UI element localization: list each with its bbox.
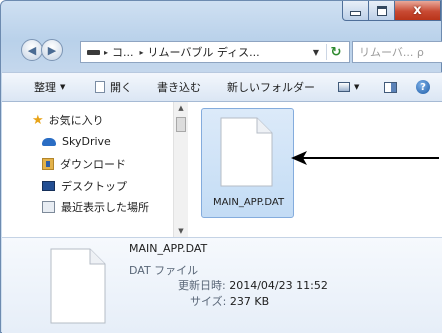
pointer-arrow	[291, 151, 439, 165]
address-bar[interactable]: ▸ コ... ▸ リムーバブル ディス... ▼ ↻	[80, 41, 350, 63]
scrollbar-thumb[interactable]	[176, 117, 186, 132]
maximize-button[interactable]	[369, 1, 395, 21]
star-icon: ★	[32, 112, 44, 128]
details-pane: MAIN_APP.DAT DAT ファイル 更新日時: 2014/04/23 1…	[2, 237, 442, 333]
search-placeholder: リムーバ... ρ	[359, 46, 424, 59]
sidebar-item-label: デスクトップ	[61, 180, 127, 193]
sidebar-item-favorites[interactable]: ★ お気に入り	[32, 112, 104, 128]
change-view-button[interactable]: ▼	[338, 82, 359, 92]
organize-label: 整理	[34, 81, 56, 94]
command-bar: 整理 ▼ 開く 書き込む 新しいフォルダー ▼ ?	[2, 72, 442, 102]
new-folder-button[interactable]: 新しいフォルダー	[227, 79, 315, 95]
modified-label: 更新日時:	[178, 279, 226, 292]
close-button[interactable]: x	[395, 1, 441, 21]
sidebar-item-recent[interactable]: 最近表示した場所	[42, 199, 149, 215]
organize-button[interactable]: 整理 ▼	[34, 79, 65, 95]
forward-arrow-icon: ▶	[47, 43, 57, 57]
chevron-down-icon: ▼	[354, 83, 360, 91]
preview-pane-button[interactable]	[384, 81, 397, 93]
search-box[interactable]: リムーバ... ρ	[352, 41, 442, 63]
breadcrumb-removable-disk[interactable]: リムーバブル ディス...	[148, 44, 260, 60]
open-button[interactable]: 開く	[95, 79, 132, 95]
burn-button[interactable]: 書き込む	[157, 79, 201, 95]
forward-button[interactable]: ▶	[41, 39, 63, 61]
view-icon	[338, 82, 350, 92]
download-folder-icon	[42, 158, 54, 170]
back-arrow-icon: ◀	[27, 43, 37, 57]
help-icon: ?	[416, 80, 430, 94]
file-item[interactable]: MAIN_APP.DAT	[201, 108, 294, 218]
sidebar-item-label: お気に入り	[48, 114, 104, 127]
details-file-name: MAIN_APP.DAT	[129, 242, 208, 255]
refresh-icon[interactable]: ↻	[326, 44, 345, 60]
sidebar-item-downloads[interactable]: ダウンロード	[42, 156, 126, 172]
close-icon: x	[413, 3, 422, 18]
recent-places-icon	[42, 201, 55, 213]
preview-pane-icon	[384, 81, 397, 93]
sidebar-item-label: 最近表示した場所	[61, 201, 149, 214]
minimize-button[interactable]	[342, 1, 369, 21]
new-folder-label: 新しいフォルダー	[227, 81, 315, 94]
details-modified: 更新日時: 2014/04/23 11:52	[178, 277, 328, 293]
sidebar-item-label: ダウンロード	[60, 158, 126, 171]
burn-label: 書き込む	[157, 81, 201, 94]
breadcrumb-computer[interactable]: コ...	[112, 44, 134, 60]
maximize-icon	[376, 5, 387, 16]
open-label: 開く	[110, 81, 132, 94]
document-icon	[50, 248, 106, 324]
breadcrumb-separator-icon: ▸	[104, 47, 109, 57]
breadcrumb-separator-icon: ▸	[139, 47, 144, 57]
sidebar-item-desktop[interactable]: デスクトップ	[42, 178, 127, 194]
scroll-down-icon[interactable]: ▼	[174, 227, 188, 235]
size-label: サイズ:	[190, 295, 227, 308]
open-icon	[95, 81, 105, 93]
help-button[interactable]: ?	[416, 80, 430, 94]
minimize-icon	[350, 11, 361, 16]
scroll-up-icon[interactable]: ▲	[174, 104, 188, 112]
chevron-down-icon: ▼	[60, 83, 66, 91]
file-name: MAIN_APP.DAT	[212, 197, 285, 208]
address-dropdown-icon[interactable]: ▼	[313, 48, 319, 57]
drive-icon	[87, 49, 100, 55]
file-list: MAIN_APP.DAT	[188, 102, 442, 237]
modified-value: 2014/04/23 11:52	[229, 279, 328, 292]
sidebar-item-label: SkyDrive	[62, 135, 111, 148]
cloud-icon	[42, 137, 56, 146]
explorer-window: x ◀ ▶ ▸ コ... ▸ リムーバブル ディス... ▼ ↻ リムーバ...…	[0, 0, 442, 333]
desktop-icon	[42, 181, 55, 191]
nav-scrollbar[interactable]: ▲ ▼	[173, 102, 188, 237]
sidebar-item-skydrive[interactable]: SkyDrive	[42, 135, 111, 148]
back-button[interactable]: ◀	[21, 39, 43, 61]
details-file-type: DAT ファイル	[129, 264, 199, 277]
caption-buttons: x	[342, 1, 441, 23]
document-icon	[220, 117, 273, 187]
navigation-pane: ★ お気に入り SkyDrive ダウンロード デスクトップ 最近表示した場所 …	[2, 102, 188, 237]
details-size: サイズ: 237 KB	[190, 293, 269, 309]
nav-buttons: ◀ ▶	[1, 39, 63, 61]
size-value: 237 KB	[229, 295, 270, 308]
